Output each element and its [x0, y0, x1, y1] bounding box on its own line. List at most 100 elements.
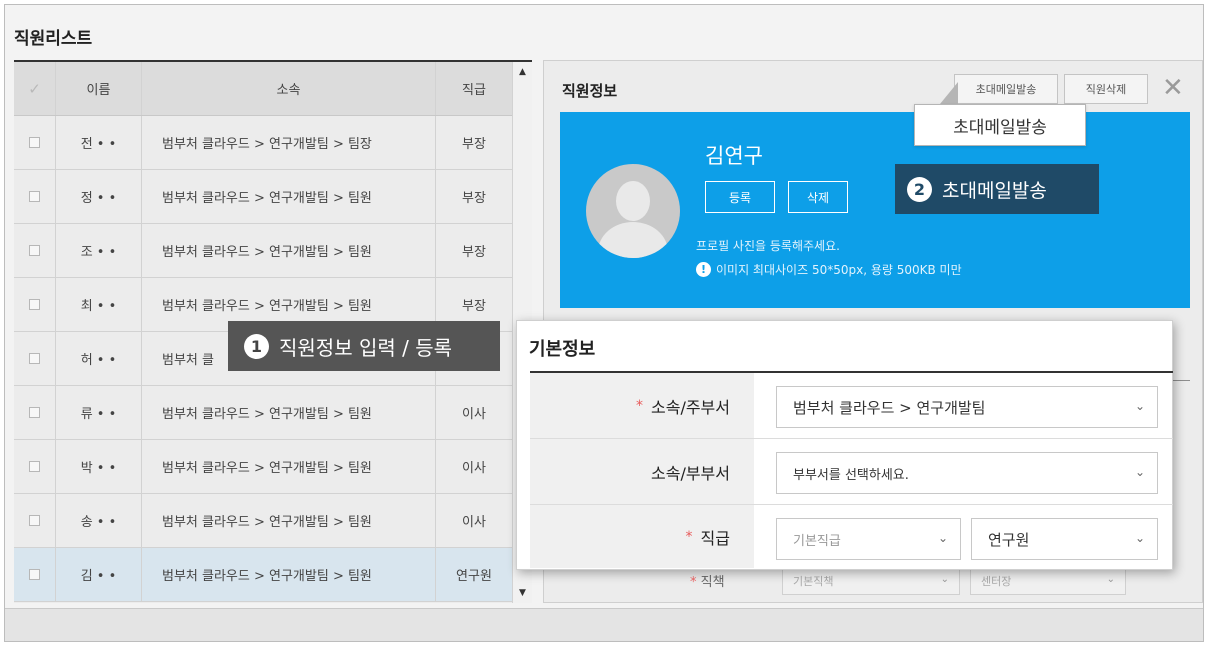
main-dept-row: * 소속/주부서 범부처 클라우드 > 연구개발팀 ⌄	[530, 373, 1173, 439]
row-dept: 범부처 클라우드 > 연구개발팀 > 팀원	[142, 170, 436, 223]
row-checkbox[interactable]	[29, 353, 40, 364]
sub-dept-label: 소속/부부서	[530, 439, 754, 504]
step1-number: 1	[244, 333, 269, 359]
step1-text: 직원정보 입력 / 등록	[279, 335, 453, 360]
position-type-value: 기본직책	[793, 575, 834, 588]
row-checkbox[interactable]	[29, 245, 40, 256]
row-rank: 연구원	[456, 569, 492, 584]
row-checkbox[interactable]	[29, 515, 40, 526]
row-checkbox[interactable]	[29, 137, 40, 148]
position-select[interactable]: 센터장 ⌄	[970, 567, 1126, 595]
photo-limit-text: 이미지 최대사이즈 50*50px, 용량 500KB 미만	[716, 263, 962, 277]
chevron-down-icon: ⌄	[1134, 531, 1145, 545]
scroll-down-icon[interactable]: ▼	[513, 585, 532, 601]
rank-select[interactable]: 연구원 ⌄	[971, 518, 1158, 560]
row-name: 박 • •	[56, 440, 142, 493]
row-name: 전 • •	[56, 116, 142, 169]
row-dept: 범부처 클라우드 > 연구개발팀 > 팀장	[142, 116, 436, 169]
position-type-select[interactable]: 기본직책 ⌄	[782, 567, 960, 595]
row-dept: 범부처 클라우드 > 연구개발팀 > 팀원	[142, 386, 436, 439]
row-checkbox-cell	[14, 332, 56, 385]
sub-dept-select[interactable]: 부부서를 선택하세요. ⌄	[776, 452, 1158, 494]
table-row[interactable]: 송 • • 범부처 클라우드 > 연구개발팀 > 팀원 이사	[14, 494, 512, 548]
select-all-checkmark[interactable]: ✓	[14, 62, 56, 115]
position-label: * 직책	[690, 571, 725, 590]
row-checkbox-cell	[14, 224, 56, 277]
row-name: 조 • •	[56, 224, 142, 277]
tooltip-arrow	[940, 82, 958, 104]
row-checkbox-cell	[14, 440, 56, 493]
chevron-down-icon: ⌄	[937, 531, 948, 545]
required-mark: *	[636, 397, 643, 414]
main-dept-select[interactable]: 범부처 클라우드 > 연구개발팀 ⌄	[776, 386, 1158, 428]
avatar-head-icon	[616, 181, 650, 221]
column-header-dept[interactable]: 소속	[142, 62, 436, 115]
row-dept: 범부처 클라우드 > 연구개발팀 > 팀원	[142, 440, 436, 493]
main-dept-value: 범부처 클라우드 > 연구개발팀	[793, 398, 986, 417]
row-rank: 부장	[462, 245, 486, 260]
basic-info-title: 기본정보	[529, 339, 596, 360]
row-checkbox[interactable]	[29, 569, 40, 580]
step2-number: 2	[907, 176, 932, 202]
chevron-down-icon: ⌄	[1106, 574, 1115, 585]
column-header-name[interactable]: 이름	[56, 62, 142, 115]
row-checkbox-cell	[14, 278, 56, 331]
rank-label: * 직급	[530, 505, 754, 568]
scroll-up-icon[interactable]: ▲	[513, 64, 532, 80]
invite-mail-button[interactable]: 초대메일발송	[954, 74, 1058, 104]
sub-dept-row: 소속/부부서 부부서를 선택하세요. ⌄	[530, 439, 1173, 505]
required-mark: *	[690, 575, 697, 590]
chevron-down-icon: ⌄	[940, 574, 949, 585]
row-name: 송 • •	[56, 494, 142, 547]
row-rank: 이사	[462, 515, 486, 530]
row-checkbox-cell	[14, 170, 56, 223]
rank-type-select[interactable]: 기본직급 ⌄	[776, 518, 961, 560]
table-row[interactable]: 조 • • 범부처 클라우드 > 연구개발팀 > 팀원 부장	[14, 224, 512, 278]
avatar-body-icon	[598, 222, 668, 258]
chevron-down-icon: ⌄	[1134, 399, 1145, 413]
basic-info-form: * 소속/주부서 범부처 클라우드 > 연구개발팀 ⌄ 소속/부부서 부부서를 선택…	[530, 371, 1173, 568]
table-row-selected[interactable]: 김 • • 범부처 클라우드 > 연구개발팀 > 팀원 연구원	[14, 548, 512, 602]
row-rank: 이사	[462, 461, 486, 476]
rank-type-value: 기본직급	[793, 533, 841, 549]
info-icon: !	[696, 262, 711, 277]
photo-register-button[interactable]: 등록	[705, 181, 775, 213]
column-header-rank[interactable]: 직급	[436, 62, 512, 115]
table-header: ✓ 이름 소속 직급	[14, 62, 512, 116]
table-row[interactable]: 전 • • 범부처 클라우드 > 연구개발팀 > 팀장 부장	[14, 116, 512, 170]
profile-name: 김연구	[705, 144, 763, 168]
table-row[interactable]: 박 • • 범부처 클라우드 > 연구개발팀 > 팀원 이사	[14, 440, 512, 494]
position-label-text: 직책	[700, 575, 725, 590]
row-checkbox-cell	[14, 494, 56, 547]
row-checkbox[interactable]	[29, 461, 40, 472]
row-name: 최 • •	[56, 278, 142, 331]
basic-info-card: 기본정보 * 소속/주부서 범부처 클라우드 > 연구개발팀 ⌄ 소속/부부서 부부…	[516, 320, 1173, 570]
row-checkbox[interactable]	[29, 407, 40, 418]
step2-callout: 2 초대메일발송	[895, 164, 1099, 214]
row-dept: 범부처 클라우드 > 연구개발팀 > 팀원	[142, 494, 436, 547]
row-checkbox-cell	[14, 116, 56, 169]
table-row[interactable]: 정 • • 범부처 클라우드 > 연구개발팀 > 팀원 부장	[14, 170, 512, 224]
main-dept-label: * 소속/주부서	[530, 373, 754, 438]
photo-hint: 프로필 사진을 등록해주세요.	[696, 239, 840, 253]
step2-text: 초대메일발송	[942, 179, 1047, 202]
check-icon: ✓	[28, 79, 41, 98]
row-rank: 부장	[462, 137, 486, 152]
photo-limit: ! 이미지 최대사이즈 50*50px, 용량 500KB 미만	[696, 261, 962, 278]
row-name: 정 • •	[56, 170, 142, 223]
row-dept: 범부처 클라우드 > 연구개발팀 > 팀원	[142, 224, 436, 277]
row-checkbox-cell	[14, 548, 56, 601]
row-checkbox[interactable]	[29, 299, 40, 310]
photo-delete-button[interactable]: 삭제	[788, 181, 848, 213]
footer-bar	[5, 608, 1203, 641]
close-icon[interactable]: ✕	[1162, 73, 1184, 103]
avatar	[586, 164, 680, 258]
sub-dept-placeholder: 부부서를 선택하세요.	[793, 467, 909, 483]
row-checkbox-cell	[14, 386, 56, 439]
chevron-down-icon: ⌄	[1134, 465, 1145, 479]
position-value: 센터장	[981, 575, 1012, 588]
delete-employee-button[interactable]: 직원삭제	[1064, 74, 1148, 104]
invite-tooltip: 초대메일발송	[914, 104, 1086, 146]
row-checkbox[interactable]	[29, 191, 40, 202]
table-row[interactable]: 류 • • 범부처 클라우드 > 연구개발팀 > 팀원 이사	[14, 386, 512, 440]
